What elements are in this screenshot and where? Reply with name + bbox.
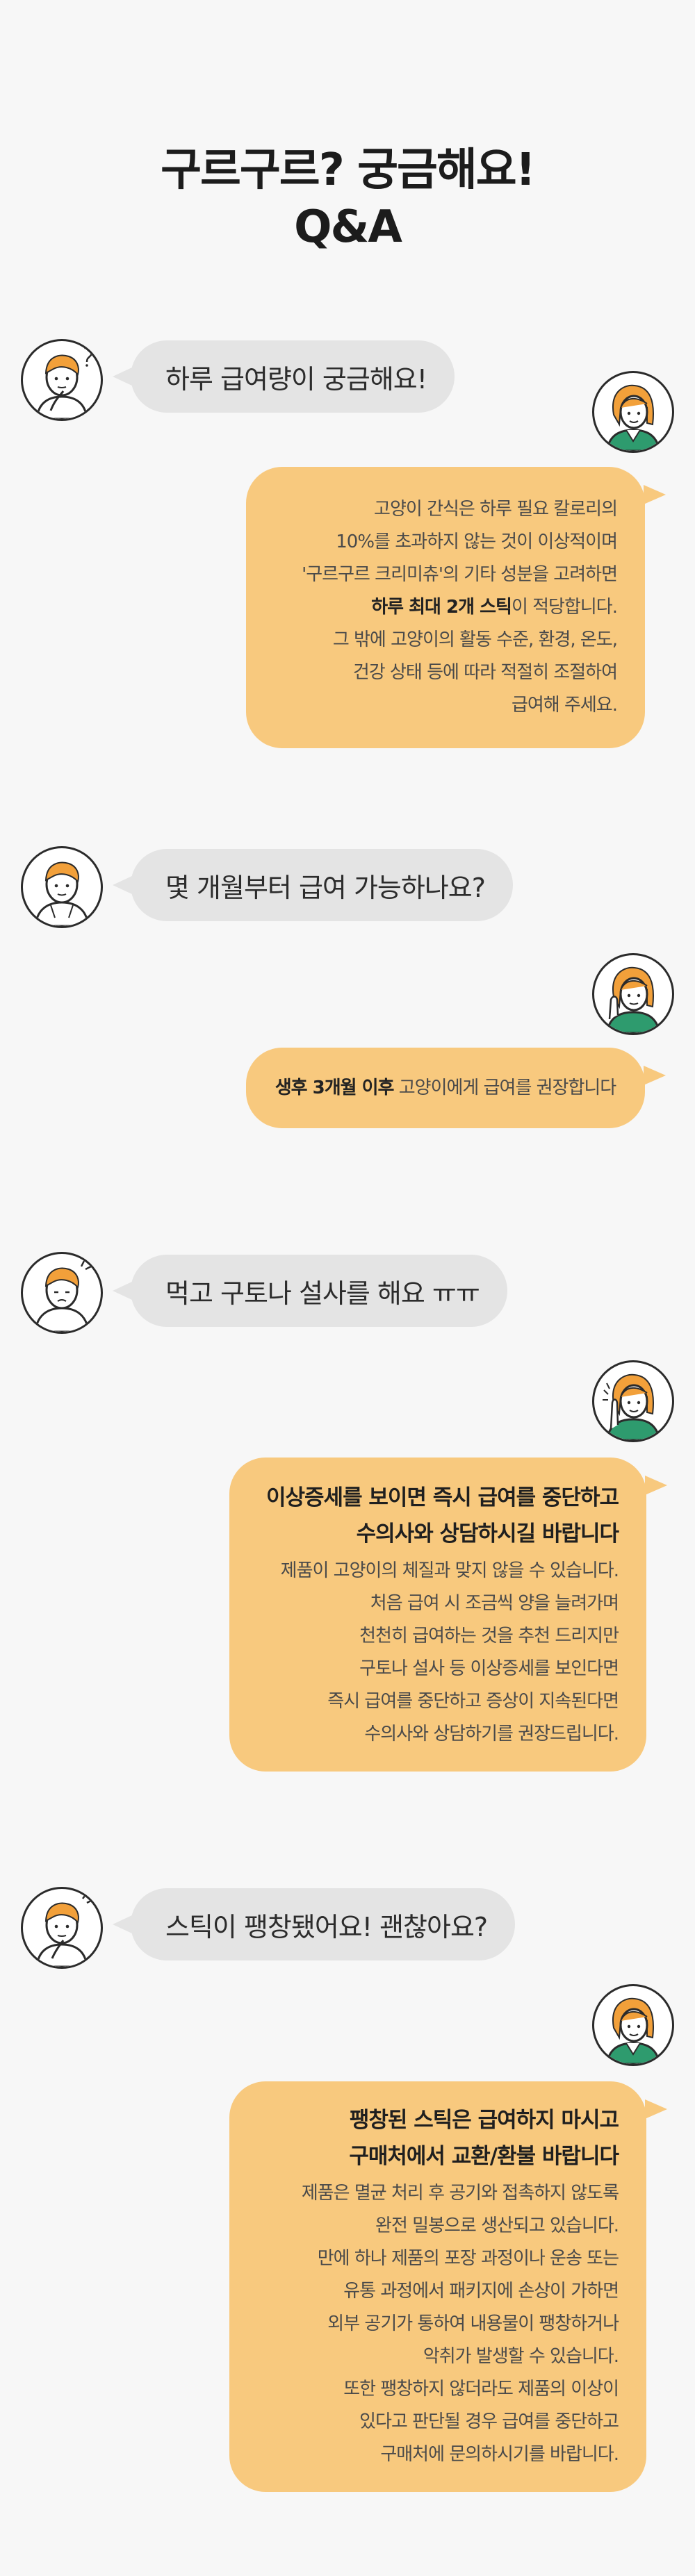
- answer-headline: 수의사와 상담하시길 바랍니다: [356, 1521, 619, 1546]
- answer-bubble: 이상증세를 보이면 즉시 급여를 중단하고 수의사와 상담하시길 바랍니다 제품…: [229, 1458, 667, 1772]
- answer-headline: 이상증세를 보이면 즉시 급여를 중단하고: [265, 1485, 619, 1510]
- answer-line: 고양이 간식은 하루 필요 칼로리의: [374, 499, 618, 520]
- answer-line: 제품이 고양이의 체질과 맞지 않을 수 있습니다.: [280, 1560, 619, 1581]
- answer-line: 급여해 주세요.: [511, 695, 618, 716]
- answer-line: 유통 과정에서 패키지에 손상이 가하면: [343, 2281, 619, 2302]
- answer-line: 있다고 판단될 경우 급여를 중단하고: [359, 2411, 619, 2432]
- question-bubble: 먹고 구토나 설사를 해요 ㅠㅠ: [113, 1255, 507, 1327]
- boy-avatar-icon: [21, 1252, 103, 1334]
- question-text: 몇 개월부터 급여 가능하나요?: [165, 872, 486, 903]
- answer-headline: 팽창된 스틱은 급여하지 마시고: [349, 2108, 619, 2133]
- answer-line-rest: 이 적당합니다.: [511, 597, 618, 618]
- question-text: 하루 급여량이 궁금해요!: [165, 363, 427, 395]
- page-title-line2: Q&A: [294, 201, 402, 253]
- answer-line: 그 밖에 고양이의 활동 수준, 환경, 온도,: [332, 629, 618, 650]
- answer-line: 또한 팽창하지 않더라도 제품의 이상이: [343, 2379, 619, 2400]
- question-text: 먹고 구토나 설사를 해요 ㅠㅠ: [165, 1278, 480, 1309]
- woman-avatar-icon: [592, 371, 674, 453]
- answer-line: 구토나 설사 등 이상증세를 보인다면: [359, 1658, 619, 1679]
- answer-line: 수의사와 상담하기를 권장드립니다.: [364, 1724, 619, 1744]
- question-text: 스틱이 팽창됐어요! 괜찮아요?: [165, 1911, 488, 1942]
- answer-bubble: 생후 3개월 이후 고양이에게 급여를 권장합니다: [246, 1048, 666, 1128]
- question-bubble: 하루 급여량이 궁금해요!: [113, 340, 455, 413]
- answer-line: 제품은 멸균 처리 후 공기와 접촉하지 않도록: [301, 2183, 619, 2204]
- answer-line: 즉시 급여를 중단하고 증상이 지속된다면: [327, 1691, 619, 1712]
- question-bubble: 몇 개월부터 급여 가능하나요?: [113, 849, 513, 921]
- boy-avatar-icon: [21, 846, 103, 928]
- answer-line: 완전 밀봉으로 생산되고 있습니다.: [375, 2215, 619, 2236]
- woman-avatar-icon: [592, 1984, 674, 2066]
- answer-line: 악취가 발생할 수 있습니다.: [423, 2346, 619, 2367]
- answer-line: 구매처에 문의하시기를 바랍니다.: [380, 2444, 619, 2465]
- answer-line: 10%를 초과하지 않는 것이 이상적이며: [336, 531, 618, 552]
- answer-line: 만에 하나 제품의 포장 과정이나 운송 또는: [317, 2248, 619, 2269]
- answer-headline: 구매처에서 교환/환불 바랍니다: [349, 2144, 619, 2169]
- answer-line: '구르구르 크리미츄'의 기타 성분을 고려하면: [302, 564, 618, 585]
- answer-line-rest: 고양이에게 급여를 권장합니다: [393, 1077, 617, 1098]
- answer-highlight: 하루 최대 2개 스틱: [371, 597, 512, 618]
- answer-line: 생후 3개월 이후 고양이에게 급여를 권장합니다: [275, 1072, 616, 1105]
- answer-line: 하루 최대 2개 스틱이 적당합니다.: [274, 591, 618, 624]
- answer-bubble: 팽창된 스틱은 급여하지 마시고 구매처에서 교환/환불 바랍니다 제품은 멸균…: [229, 2081, 667, 2492]
- answer-line: 처음 급여 시 조금씩 양을 늘려가며: [370, 1593, 619, 1614]
- page-title-line1: 구르구르? 궁금해요!: [161, 145, 536, 196]
- woman-avatar-icon: [592, 1360, 674, 1442]
- question-bubble: 스틱이 팽창됐어요! 괜찮아요?: [112, 1888, 516, 1960]
- answer-line: 외부 공기가 통하여 내용물이 팽창하거나: [327, 2313, 619, 2334]
- woman-avatar-icon: [592, 953, 674, 1035]
- answer-highlight: 생후 3개월 이후: [275, 1077, 395, 1098]
- boy-avatar-icon: [21, 339, 103, 421]
- answer-line: 천천히 급여하는 것을 추천 드리지만: [359, 1626, 619, 1646]
- page-title: 구르구르? 궁금해요! Q&A: [0, 142, 695, 256]
- boy-avatar-icon: [21, 1887, 103, 1969]
- answer-line: 건강 상태 등에 따라 적절히 조절하여: [352, 662, 618, 683]
- answer-bubble: 고양이 간식은 하루 필요 칼로리의 10%를 초과하지 않는 것이 이상적이며…: [246, 467, 666, 748]
